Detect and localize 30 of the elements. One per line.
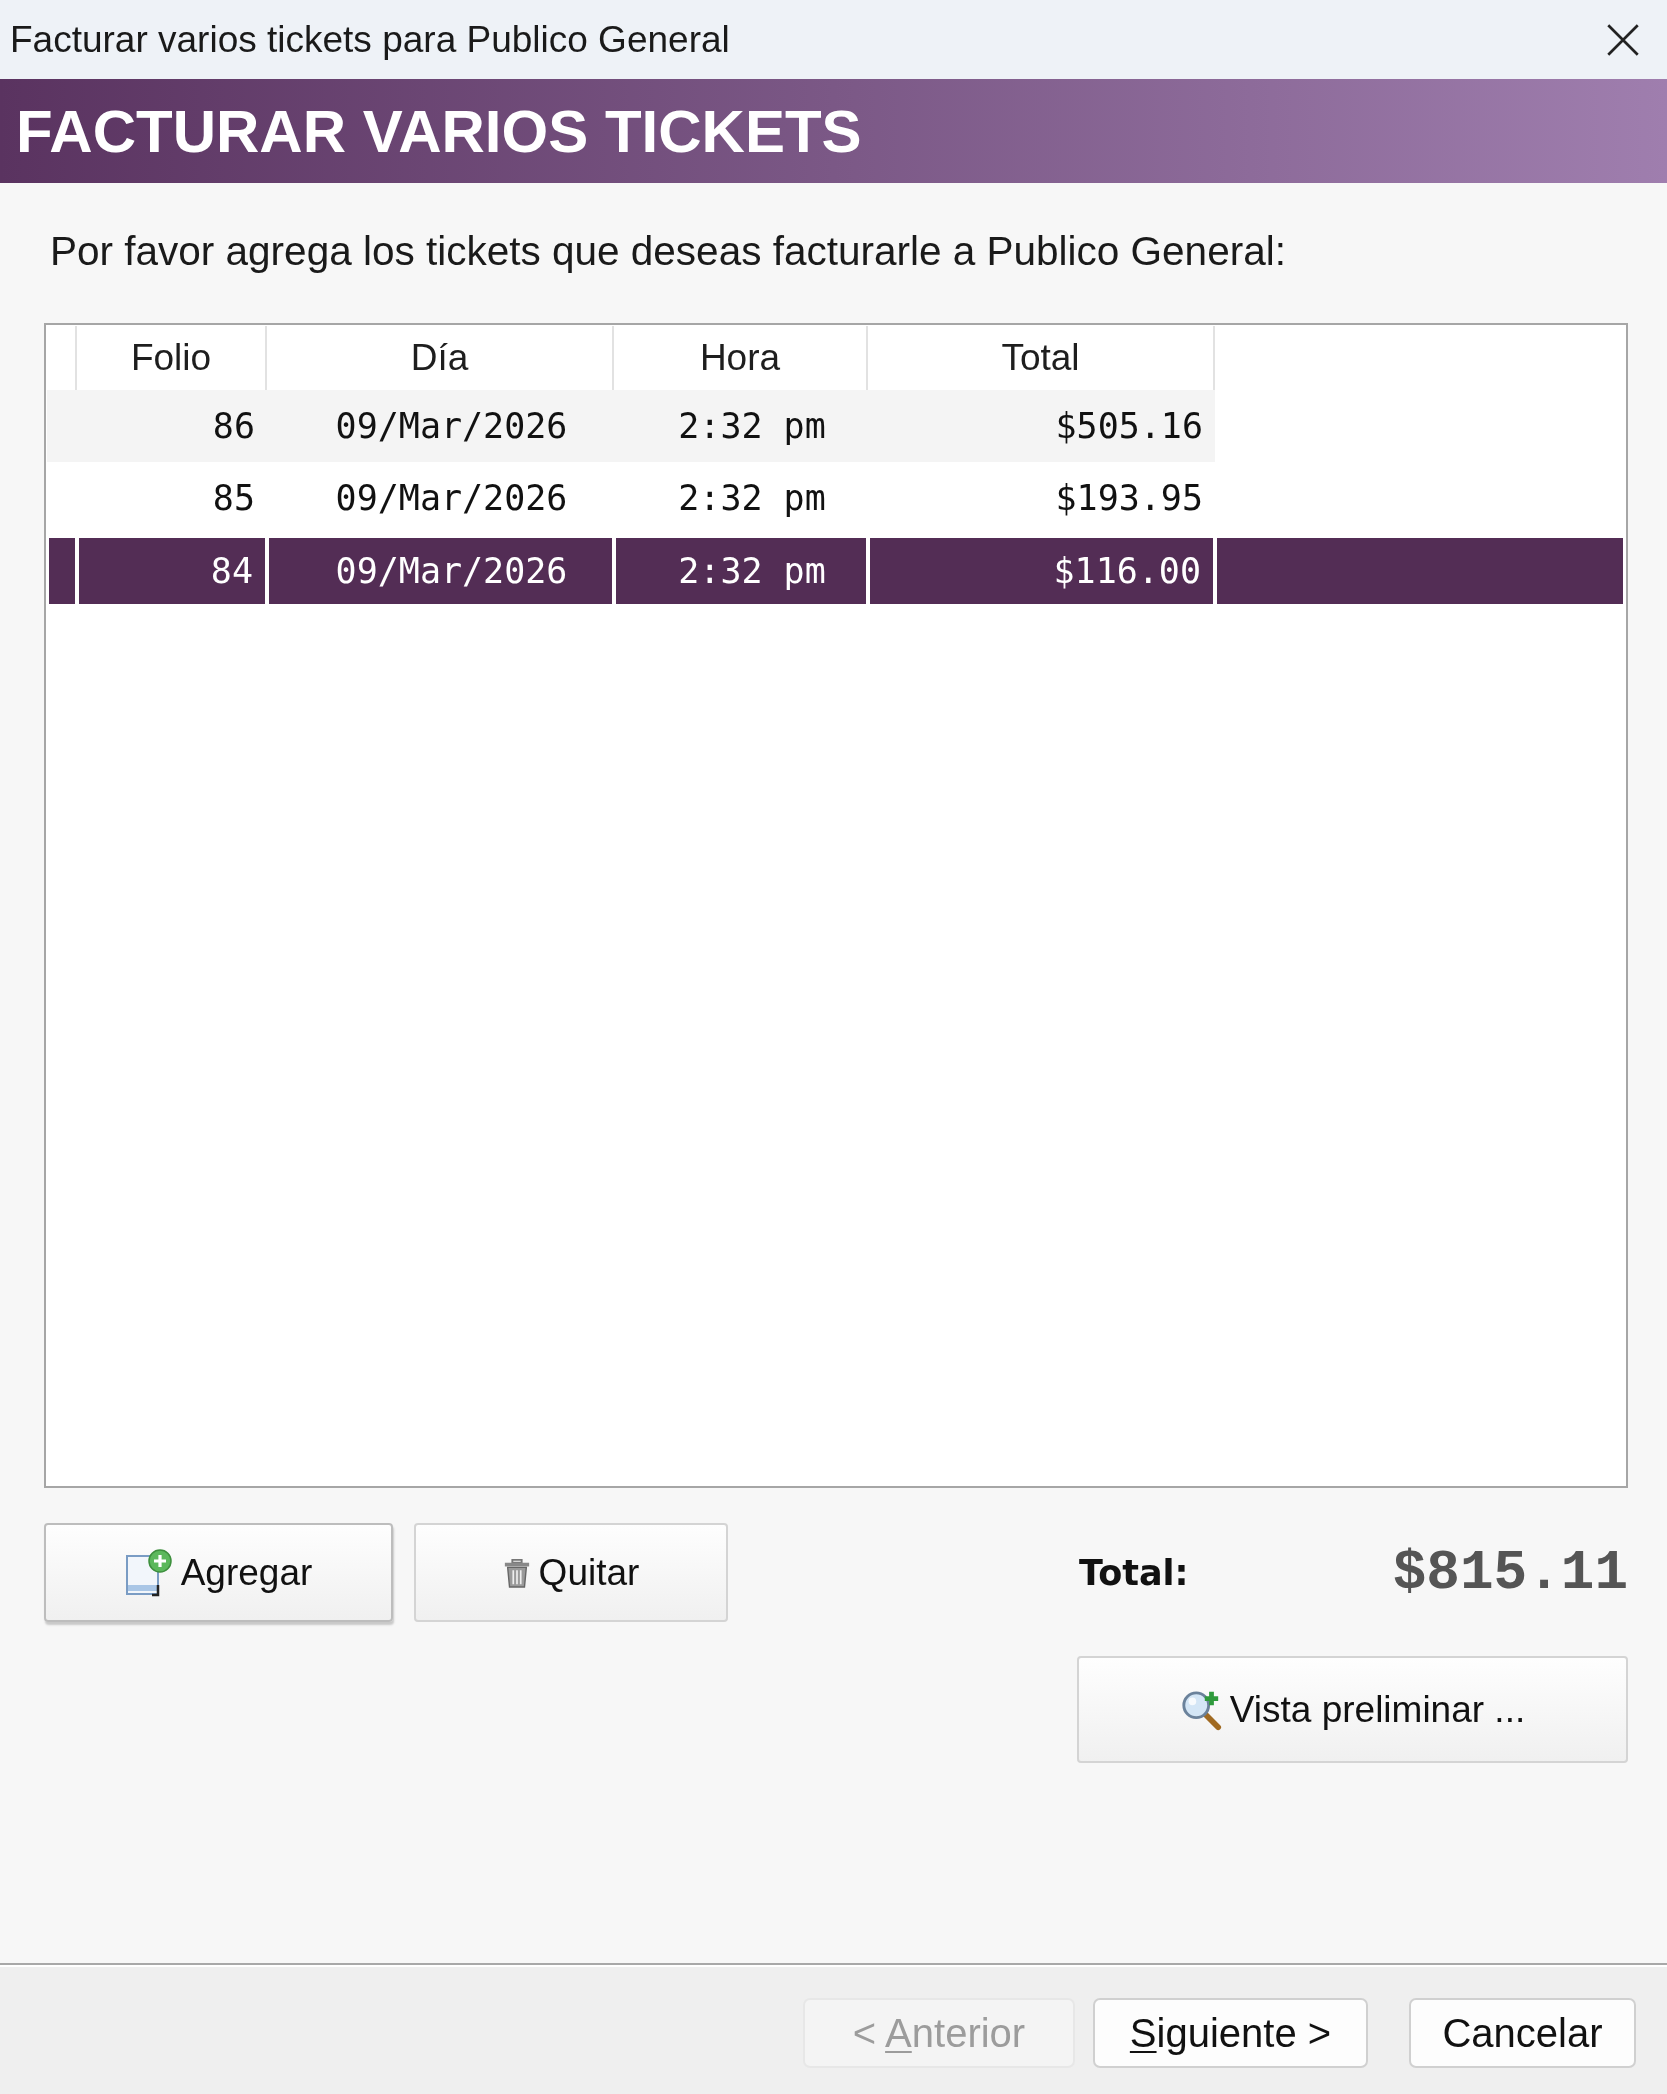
table-cell-text: 85: [211, 477, 256, 520]
table-cell: $116.00: [868, 534, 1215, 606]
close-icon: [1606, 22, 1640, 57]
table-cell: 84: [77, 534, 267, 606]
table-row[interactable]: 85 09/Mar/2026 2:32 pm $193.95: [47, 462, 1215, 534]
total-value: $815.11: [1392, 1540, 1628, 1605]
table-cell-text: 2:32 pm: [677, 405, 827, 448]
table-row[interactable]: 84 09/Mar/2026 2:32 pm $116.00: [47, 534, 1625, 606]
table-cell-text: 09/Mar/2026: [334, 405, 569, 448]
table-cell-text: 86: [211, 405, 256, 448]
add-button[interactable]: Agregar: [44, 1523, 393, 1622]
wizard-button[interactable]: Cancelar: [1409, 1998, 1636, 2068]
window-title: Facturar varios tickets para Publico General: [10, 18, 731, 61]
banner-title: FACTURAR VARIOS TICKETS: [16, 96, 862, 166]
document-plus-icon: [124, 1548, 173, 1597]
total-label: Total:: [1079, 1552, 1189, 1593]
table-cell: 2:32 pm: [614, 534, 868, 606]
row-selector[interactable]: [47, 534, 77, 606]
table-cell: 09/Mar/2026: [267, 534, 614, 606]
preview-button[interactable]: Vista preliminar ...: [1077, 1656, 1628, 1763]
remove-button[interactable]: Quitar: [414, 1523, 728, 1622]
table-cell-text: 09/Mar/2026: [334, 477, 569, 520]
wizard-button[interactable]: Siguiente >: [1093, 1998, 1368, 2068]
magnifier-plus-icon: [1179, 1688, 1222, 1731]
table-cell-text: $505.16: [1054, 405, 1204, 448]
table-cell-text: 2:32 pm: [677, 477, 827, 520]
instruction-text: Por favor agrega los tickets que deseas facturarle a Publico General:: [49, 228, 1286, 274]
table-row[interactable]: 86 09/Mar/2026 2:32 pm $505.16: [47, 390, 1215, 462]
trash-icon: [502, 1556, 531, 1589]
table-cell-text: $193.95: [1054, 477, 1204, 520]
